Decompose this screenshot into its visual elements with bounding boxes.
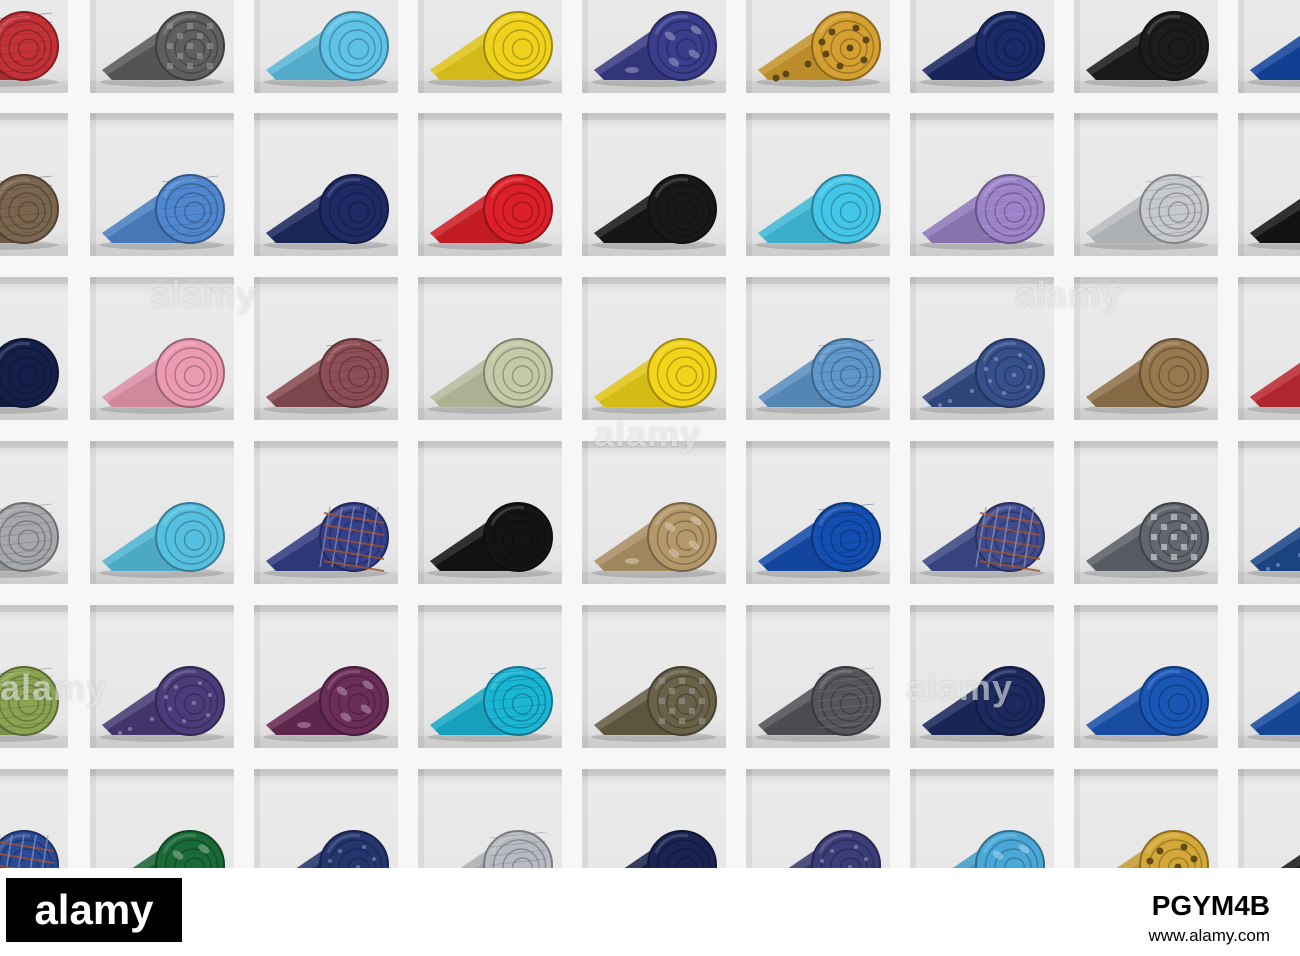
tie-cubby [90,441,234,584]
tie-cubby [1238,277,1300,420]
tie-cubby [1238,769,1300,868]
tie-cubby [418,769,562,868]
tie-cubby [1238,0,1300,93]
tie-cubby [1074,769,1218,868]
watermark-text: alamy [906,667,1014,708]
tie-cubby [254,441,398,584]
tie-cubby [254,605,398,748]
stock-photo-footer: alamy PGYM4B www.alamy.com [0,868,1300,956]
tie-cubby [418,0,562,93]
tie-cubby [90,769,234,868]
tie-cubby [910,0,1054,93]
tie-cubby [90,0,234,93]
tie-cubby [1074,113,1218,256]
watermark-text: alamy [1015,274,1123,315]
tie-cubby [582,113,726,256]
tie-cubby [910,441,1054,584]
watermark-text: alamy [594,413,702,454]
tie-cubby [0,0,68,93]
tie-cubby [254,277,398,420]
tie-cubby [910,113,1054,256]
tie-cubby [582,769,726,868]
tie-cubby [418,605,562,748]
tie-cubby [746,605,890,748]
tie-cubby [910,769,1054,868]
watermark-text: alamy [0,667,108,708]
tie-cubby [418,113,562,256]
tie-cubby [0,113,68,256]
tie-display-photo: alamy alamy alamy alamy alamy [0,0,1300,868]
tie-cubby [418,277,562,420]
tie-cubby [746,441,890,584]
tie-cubby [0,277,68,420]
tie-cubby [254,0,398,93]
watermark-text: alamy [150,274,258,315]
website-url: www.alamy.com [1148,926,1270,945]
tie-cubby [254,769,398,868]
tie-cubby [0,769,68,868]
tie-cubby [1074,605,1218,748]
tie-cubby [1074,441,1218,584]
tie-cubby [1238,441,1300,584]
image-id-label: PGYM4B [1151,890,1270,921]
tie-cubby [582,0,726,93]
alamy-logo: alamy [6,878,182,942]
tie-cubby [1238,605,1300,748]
tie-cubby [90,605,234,748]
tie-cubby [746,0,890,93]
tie-cubby [746,277,890,420]
tie-cubby [582,441,726,584]
tie-cubby [0,441,68,584]
tie-cubby [1074,0,1218,93]
tie-cubby [746,113,890,256]
tie-cubby [582,605,726,748]
tie-cubby [90,113,234,256]
tie-cubby [582,277,726,420]
tie-cubby [254,113,398,256]
tie-cubby [418,441,562,584]
tie-cubby [746,769,890,868]
tie-cubby [1238,113,1300,256]
